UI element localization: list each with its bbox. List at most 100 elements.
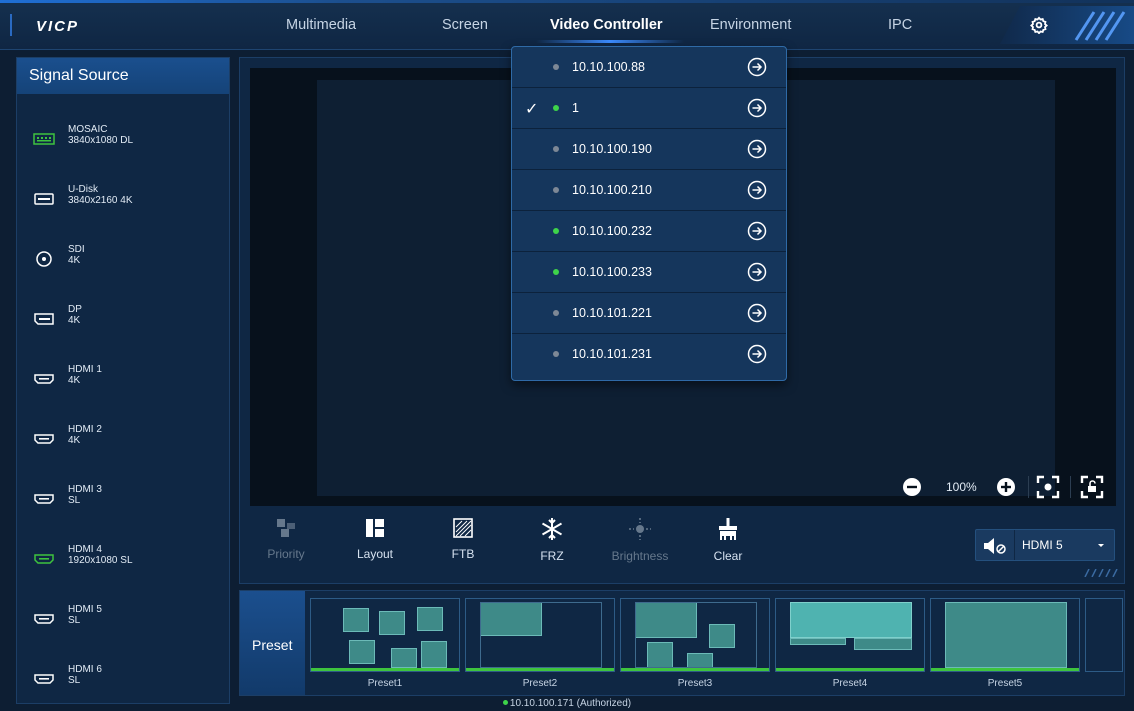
source-resolution: SL xyxy=(68,615,81,626)
device-item[interactable]: 10.10.101.221 xyxy=(512,293,786,334)
preset-card-6[interactable] xyxy=(1085,598,1123,672)
source-name: HDMI 2 xyxy=(68,424,102,435)
arrow-right-circle-icon[interactable] xyxy=(747,57,767,77)
chevron-down-icon xyxy=(1098,544,1104,547)
brightness-label: Brightness xyxy=(611,549,669,563)
device-ip: 10.10.100.190 xyxy=(572,142,652,156)
nav-environment[interactable]: Environment xyxy=(710,17,791,33)
preset-card-2[interactable] xyxy=(465,598,615,672)
device-ip: 10.10.101.231 xyxy=(572,347,652,361)
device-item-selected[interactable]: ✓ 1 xyxy=(512,88,786,129)
nav-screen[interactable]: Screen xyxy=(442,17,488,33)
hdmi-icon xyxy=(34,674,54,684)
device-item[interactable]: 10.10.100.232 xyxy=(512,211,786,252)
preset-card-5[interactable] xyxy=(930,598,1080,672)
mosaic-icon xyxy=(33,133,55,145)
snowflake-icon xyxy=(541,518,563,540)
lock-screen-icon[interactable] xyxy=(1080,475,1104,499)
active-tab-indicator xyxy=(536,40,684,43)
arrow-right-circle-icon[interactable] xyxy=(747,303,767,323)
offline-dot-icon xyxy=(553,310,559,316)
preset-name-5: Preset5 xyxy=(987,678,1023,689)
preset-active-bar xyxy=(466,668,614,671)
status-text: 10.10.100.171 (Authorized) xyxy=(509,698,632,709)
source-resolution: 4K xyxy=(68,435,81,446)
device-item[interactable]: 10.10.101.231 xyxy=(512,334,786,375)
decorative-stripes xyxy=(1084,569,1118,577)
preset-card-1[interactable] xyxy=(310,598,460,672)
device-item[interactable]: 10.10.100.233 xyxy=(512,252,786,293)
zoom-divider xyxy=(1028,476,1029,498)
nav-ipc[interactable]: IPC xyxy=(888,17,912,33)
device-ip: 10.10.101.221 xyxy=(572,306,652,320)
source-sdi[interactable]: SDI 4K xyxy=(17,239,229,279)
source-resolution: 1920x1080 SL xyxy=(68,555,133,566)
frz-button[interactable]: FRZ xyxy=(522,517,582,567)
brightness-button[interactable]: Brightness xyxy=(610,517,670,567)
device-ip: 10.10.100.210 xyxy=(572,183,652,197)
audio-source-select[interactable]: HDMI 5 xyxy=(975,529,1115,561)
source-name: DP xyxy=(68,304,82,315)
source-dp[interactable]: DP 4K xyxy=(17,299,229,339)
clear-button[interactable]: Clear xyxy=(698,517,758,567)
device-ip: 10.10.100.233 xyxy=(572,265,652,279)
status-bar: 10.10.100.171 (Authorized) xyxy=(0,698,1134,711)
device-item[interactable]: 10.10.100.210 xyxy=(512,170,786,211)
source-u-disk[interactable]: U-Disk 3840x2160 4K xyxy=(17,179,229,219)
priority-button[interactable]: Priority xyxy=(256,517,316,567)
source-hdmi-1[interactable]: HDMI 1 4K xyxy=(17,359,229,399)
source-name: HDMI 6 xyxy=(68,664,102,675)
source-resolution: 4K xyxy=(68,315,81,326)
signal-source-panel: Signal Source MOSAIC 3840x1080 DL U-Disk… xyxy=(16,57,230,704)
fit-screen-icon[interactable] xyxy=(1036,475,1060,499)
arrow-right-circle-icon[interactable] xyxy=(747,180,767,200)
layout-button[interactable]: Layout xyxy=(345,517,405,567)
mute-icon xyxy=(984,538,1006,554)
source-name: HDMI 1 xyxy=(68,364,102,375)
offline-dot-icon xyxy=(553,146,559,152)
preset-thumb-window xyxy=(854,638,912,650)
clear-icon xyxy=(719,518,737,540)
nav-video-controller[interactable]: Video Controller xyxy=(550,17,663,33)
arrow-right-circle-icon[interactable] xyxy=(747,221,767,241)
arrow-right-circle-icon[interactable] xyxy=(747,262,767,282)
preset-label-box: Preset xyxy=(240,591,305,695)
hdmi-icon xyxy=(34,614,54,624)
source-hdmi-4[interactable]: HDMI 4 1920x1080 SL xyxy=(17,539,229,579)
device-item[interactable]: 10.10.100.88 xyxy=(512,47,786,88)
preset-thumb-window xyxy=(417,607,443,631)
device-item[interactable]: 10.10.100.190 xyxy=(512,129,786,170)
zoom-controls: 100% xyxy=(890,474,1120,500)
source-hdmi-5[interactable]: HDMI 5 SL xyxy=(17,599,229,639)
preset-card-3[interactable] xyxy=(620,598,770,672)
arrow-right-circle-icon[interactable] xyxy=(747,98,767,118)
priority-label: Priority xyxy=(267,547,305,561)
zoom-out-icon[interactable] xyxy=(902,477,922,497)
frz-label: FRZ xyxy=(540,549,564,563)
source-hdmi-6[interactable]: HDMI 6 SL xyxy=(17,659,229,699)
zoom-in-icon[interactable] xyxy=(996,477,1016,497)
source-hdmi-2[interactable]: HDMI 2 4K xyxy=(17,419,229,459)
arrow-right-circle-icon[interactable] xyxy=(747,344,767,364)
preset-thumb-window xyxy=(379,611,405,635)
arrow-right-circle-icon[interactable] xyxy=(747,139,767,159)
offline-dot-icon xyxy=(553,351,559,357)
status-online-dot xyxy=(502,700,508,705)
ftb-button[interactable]: FTB xyxy=(433,517,493,567)
preset-thumb-window xyxy=(343,608,369,632)
preset-thumb-frame xyxy=(635,602,757,668)
preset-active-bar xyxy=(776,668,924,671)
source-name: HDMI 5 xyxy=(68,604,102,615)
select-divider xyxy=(1014,530,1015,560)
source-resolution: 4K xyxy=(68,255,81,266)
preset-card-4[interactable] xyxy=(775,598,925,672)
preset-label: Preset xyxy=(252,637,293,653)
source-name: MOSAIC xyxy=(68,124,108,135)
source-resolution: 3840x1080 DL xyxy=(68,135,134,146)
online-dot-icon xyxy=(553,269,559,275)
nav-multimedia[interactable]: Multimedia xyxy=(286,17,356,33)
source-hdmi-3[interactable]: HDMI 3 SL xyxy=(17,479,229,519)
zoom-divider xyxy=(1070,476,1071,498)
source-mosaic[interactable]: MOSAIC 3840x1080 DL xyxy=(17,119,229,159)
gear-icon[interactable] xyxy=(1030,16,1048,34)
